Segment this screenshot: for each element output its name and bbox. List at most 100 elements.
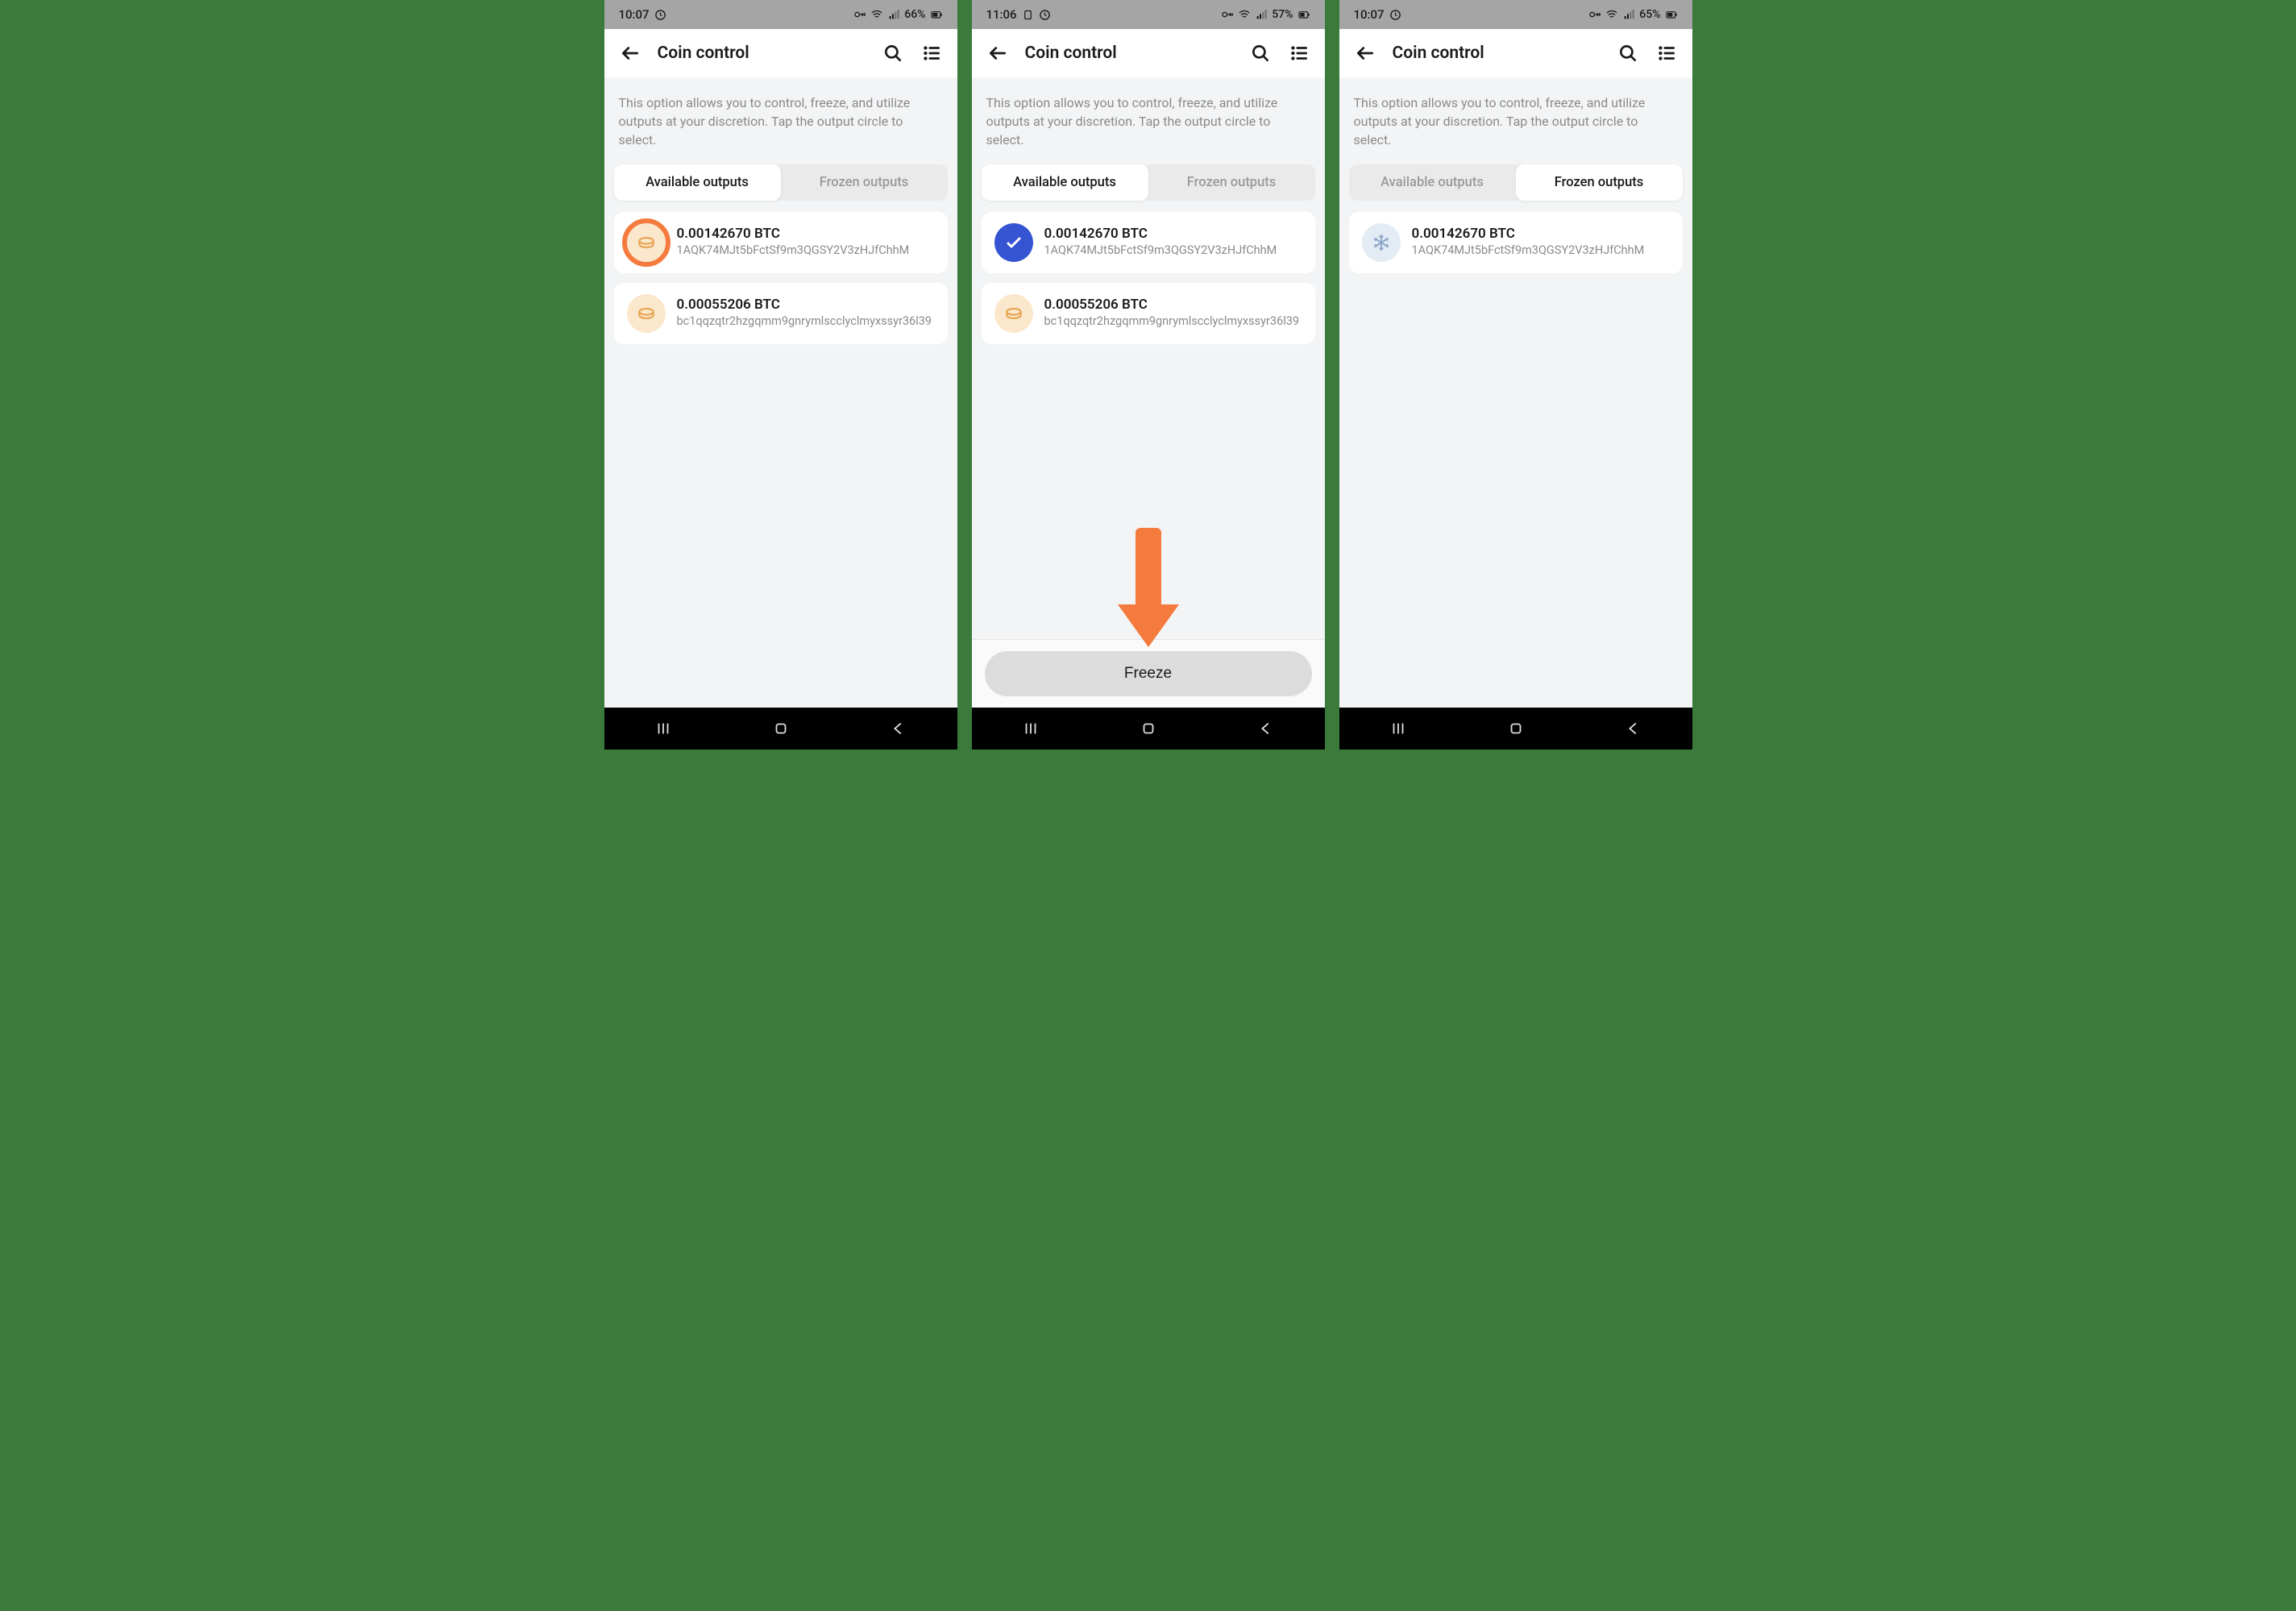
android-nav-bar bbox=[1339, 708, 1692, 749]
output-select-circle[interactable] bbox=[627, 223, 666, 262]
back-button[interactable] bbox=[619, 42, 641, 64]
vpn-icon bbox=[1221, 8, 1234, 21]
output-row[interactable]: 0.00142670 BTC 1AQK74MJt5bFctSf9m3QGSY2V… bbox=[1349, 212, 1683, 273]
nav-back-button[interactable] bbox=[1625, 720, 1642, 737]
freeze-bar: Freeze bbox=[972, 639, 1325, 708]
tab-available[interactable]: Available outputs bbox=[614, 164, 781, 201]
battery-percent: 66% bbox=[904, 8, 925, 21]
android-nav-bar bbox=[604, 708, 957, 749]
vpn-icon bbox=[1588, 8, 1601, 21]
list-icon bbox=[921, 43, 942, 64]
output-select-circle[interactable] bbox=[627, 294, 666, 333]
status-time: 10:07 bbox=[619, 7, 650, 22]
output-address: bc1qqzqtr2hzgqmm9gnrymlscclyclmyxssyr36l… bbox=[1044, 314, 1302, 330]
app-bar: Coin control bbox=[604, 29, 957, 77]
output-row[interactable]: 0.00055206 BTC bc1qqzqtr2hzgqmm9gnrymlsc… bbox=[614, 283, 948, 344]
home-button[interactable] bbox=[1507, 720, 1525, 737]
nav-back-button[interactable] bbox=[890, 720, 907, 737]
search-button[interactable] bbox=[1249, 42, 1272, 64]
tab-frozen[interactable]: Frozen outputs bbox=[1148, 164, 1315, 201]
output-row[interactable]: 0.00142670 BTC 1AQK74MJt5bFctSf9m3QGSY2V… bbox=[982, 212, 1315, 273]
list-button[interactable] bbox=[920, 42, 943, 64]
app-status-icon bbox=[1022, 9, 1034, 21]
recents-button[interactable] bbox=[1389, 720, 1407, 737]
search-icon bbox=[1617, 43, 1638, 64]
search-button[interactable] bbox=[882, 42, 904, 64]
page-title: Coin control bbox=[658, 44, 866, 63]
back-arrow-icon bbox=[1355, 43, 1376, 64]
status-bar: 10:07 65% bbox=[1339, 0, 1692, 29]
checkmark-icon bbox=[1004, 233, 1023, 252]
tab-available[interactable]: Available outputs bbox=[1349, 164, 1516, 201]
output-address: bc1qqzqtr2hzgqmm9gnrymlscclyclmyxssyr36l… bbox=[677, 314, 935, 330]
info-text: This option allows you to control, freez… bbox=[1339, 77, 1692, 164]
tabs: Available outputs Frozen outputs bbox=[982, 164, 1315, 201]
battery-percent: 57% bbox=[1272, 8, 1293, 21]
search-button[interactable] bbox=[1617, 42, 1639, 64]
tab-frozen[interactable]: Frozen outputs bbox=[1516, 164, 1683, 201]
page-title: Coin control bbox=[1025, 44, 1233, 63]
wifi-icon bbox=[1605, 8, 1618, 21]
list-button[interactable] bbox=[1655, 42, 1678, 64]
recents-button[interactable] bbox=[654, 720, 672, 737]
phone-screen-1: 10:07 66% Coin control This option allow… bbox=[604, 0, 957, 749]
info-text: This option allows you to control, freez… bbox=[604, 77, 957, 164]
output-amount: 0.00055206 BTC bbox=[677, 297, 935, 313]
phone-screen-3: 10:07 65% Coin control This option allow… bbox=[1339, 0, 1692, 749]
output-select-circle[interactable] bbox=[1362, 223, 1401, 262]
status-time: 11:06 bbox=[986, 7, 1017, 22]
phone-screen-2: 11:06 57% Coin control This option allow… bbox=[972, 0, 1325, 749]
coin-icon bbox=[636, 232, 657, 253]
back-arrow-icon bbox=[620, 43, 641, 64]
freeze-button[interactable]: Freeze bbox=[985, 651, 1312, 696]
back-arrow-icon bbox=[987, 43, 1008, 64]
output-address: 1AQK74MJt5bFctSf9m3QGSY2V3zHJfChhM bbox=[677, 243, 935, 259]
search-icon bbox=[1250, 43, 1271, 64]
output-amount: 0.00142670 BTC bbox=[1412, 226, 1670, 242]
list-button[interactable] bbox=[1288, 42, 1310, 64]
home-button[interactable] bbox=[772, 720, 790, 737]
status-time: 10:07 bbox=[1354, 7, 1385, 22]
coin-icon bbox=[1003, 303, 1024, 324]
tab-available[interactable]: Available outputs bbox=[982, 164, 1148, 201]
output-address: 1AQK74MJt5bFctSf9m3QGSY2V3zHJfChhM bbox=[1044, 243, 1302, 259]
output-row[interactable]: 0.00055206 BTC bc1qqzqtr2hzgqmm9gnrymlsc… bbox=[982, 283, 1315, 344]
back-button[interactable] bbox=[1354, 42, 1376, 64]
signal-icon bbox=[1255, 8, 1268, 21]
output-address: 1AQK74MJt5bFctSf9m3QGSY2V3zHJfChhM bbox=[1412, 243, 1670, 259]
home-button[interactable] bbox=[1140, 720, 1157, 737]
status-bar: 10:07 66% bbox=[604, 0, 957, 29]
battery-percent: 65% bbox=[1639, 8, 1660, 21]
signal-icon bbox=[1622, 8, 1635, 21]
list-icon bbox=[1656, 43, 1677, 64]
output-amount: 0.00142670 BTC bbox=[1044, 226, 1302, 242]
output-amount: 0.00142670 BTC bbox=[677, 226, 935, 242]
back-button[interactable] bbox=[986, 42, 1009, 64]
wifi-icon bbox=[1238, 8, 1251, 21]
battery-icon bbox=[930, 8, 943, 21]
signal-icon bbox=[887, 8, 900, 21]
snowflake-icon bbox=[1372, 233, 1391, 252]
coin-icon bbox=[636, 303, 657, 324]
app-status-icon bbox=[654, 9, 666, 21]
list-icon bbox=[1289, 43, 1310, 64]
battery-icon bbox=[1665, 8, 1678, 21]
tabs: Available outputs Frozen outputs bbox=[1349, 164, 1683, 201]
output-select-circle[interactable] bbox=[994, 223, 1033, 262]
battery-icon bbox=[1297, 8, 1310, 21]
info-text: This option allows you to control, freez… bbox=[972, 77, 1325, 164]
wifi-icon bbox=[870, 8, 883, 21]
tab-frozen[interactable]: Frozen outputs bbox=[781, 164, 948, 201]
status-bar: 11:06 57% bbox=[972, 0, 1325, 29]
nav-back-button[interactable] bbox=[1257, 720, 1275, 737]
recents-button[interactable] bbox=[1022, 720, 1040, 737]
page-title: Coin control bbox=[1393, 44, 1601, 63]
tabs: Available outputs Frozen outputs bbox=[614, 164, 948, 201]
vpn-icon bbox=[853, 8, 866, 21]
app-bar: Coin control bbox=[972, 29, 1325, 77]
output-row[interactable]: 0.00142670 BTC 1AQK74MJt5bFctSf9m3QGSY2V… bbox=[614, 212, 948, 273]
output-amount: 0.00055206 BTC bbox=[1044, 297, 1302, 313]
output-select-circle[interactable] bbox=[994, 294, 1033, 333]
arrow-annotation-icon bbox=[1111, 528, 1185, 649]
search-icon bbox=[882, 43, 903, 64]
